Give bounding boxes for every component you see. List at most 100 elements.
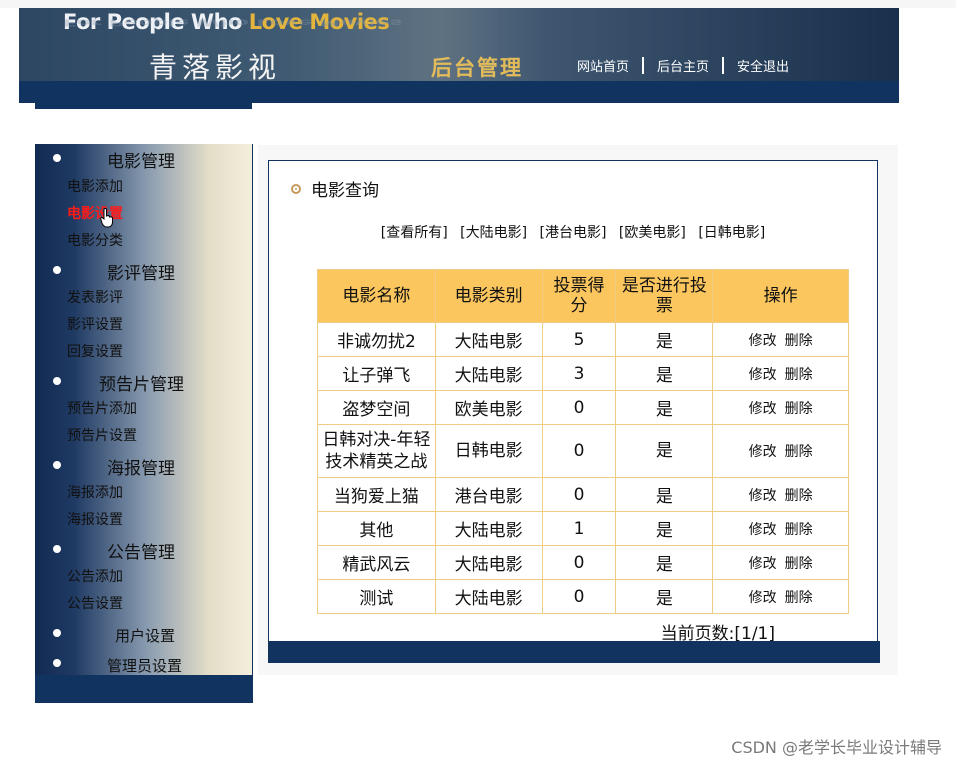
nav-logout-link[interactable]: 安全退出	[724, 56, 802, 75]
sidebar-item-movie-category[interactable]: 电影分类	[67, 230, 123, 250]
movie-category-cell: 欧美电影	[434, 390, 543, 425]
filter-western-link[interactable]: [欧美电影]	[619, 225, 686, 241]
sidebar-item-trailer-add[interactable]: 预告片添加	[67, 398, 137, 418]
section-title: 用户设置	[115, 627, 176, 645]
movie-category-cell: 大陆电影	[434, 356, 543, 391]
delete-link[interactable]: 删除	[785, 590, 813, 606]
sidebar-section-trailers[interactable]: 预告片管理	[35, 367, 252, 395]
operations-cell: 修改 删除	[712, 579, 849, 614]
section-title: 预告片管理	[99, 375, 184, 395]
edit-link[interactable]: 修改	[749, 444, 777, 460]
movie-name-cell: 其他	[317, 511, 436, 546]
bullet-icon	[53, 154, 61, 162]
panel-title: 电影查询	[291, 176, 379, 201]
movie-vote-cell: 是	[615, 322, 714, 357]
section-title: 管理员设置	[107, 657, 183, 675]
panel-title-text: 电影查询	[311, 181, 379, 201]
movie-name-cell: 非诚勿扰2	[317, 322, 436, 357]
column-header: 电影名称	[317, 269, 436, 323]
delete-link[interactable]: 删除	[785, 367, 813, 383]
delete-link[interactable]: 删除	[785, 401, 813, 417]
table-row: 非诚勿扰2 大陆电影 5 是 修改 删除	[317, 322, 849, 357]
edit-link[interactable]: 修改	[749, 333, 777, 349]
sidebar-item-movie-settings[interactable]: 电影设置	[67, 203, 123, 223]
hand-cursor-icon	[100, 208, 113, 228]
sidebar-item-admin-settings[interactable]: 管理员设置	[35, 649, 252, 676]
top-nav: 网站首页 后台主页 安全退出	[564, 56, 802, 75]
watermark: CSDN @老学长毕业设计辅导	[731, 738, 942, 757]
operations-cell: 修改 删除	[712, 511, 849, 546]
sidebar-item-notice-add[interactable]: 公告添加	[67, 566, 123, 586]
movie-query-panel: 电影查询 [查看所有] [大陆电影] [港台电影] [欧美电影] [日韩电影] …	[268, 160, 880, 663]
movie-vote-cell: 是	[615, 511, 714, 546]
movie-category-cell: 港台电影	[434, 477, 543, 512]
sidebar-footer-bar	[35, 675, 252, 703]
edit-link[interactable]: 修改	[749, 522, 777, 538]
sidebar-item-review-post[interactable]: 发表影评	[67, 287, 123, 307]
sidebar-section-posters[interactable]: 海报管理	[35, 451, 252, 479]
table-row: 日韩对决-年轻技术精英之战 日韩电影 0 是 修改 删除	[317, 424, 849, 478]
nav-admin-home-link[interactable]: 后台主页	[644, 56, 722, 75]
movie-vote-cell: 是	[615, 424, 714, 478]
sidebar-item-movie-add[interactable]: 电影添加	[67, 176, 123, 196]
operations-cell: 修改 删除	[712, 322, 849, 357]
movie-table: 电影名称 电影类别 投票得分 是否进行投票 操作 非诚勿扰2 大陆电影 5 是 …	[317, 269, 849, 614]
delete-link[interactable]: 删除	[785, 488, 813, 504]
delete-link[interactable]: 删除	[785, 556, 813, 572]
section-title: 电影管理	[107, 152, 175, 172]
movie-name-cell: 盗梦空间	[317, 390, 436, 425]
edit-link[interactable]: 修改	[749, 401, 777, 417]
sidebar-section-movies[interactable]: 电影管理	[35, 144, 252, 172]
panel-footer-bar	[268, 641, 880, 663]
movie-score-cell: 3	[541, 356, 617, 391]
sidebar-section-notices[interactable]: 公告管理	[35, 535, 252, 563]
filter-mainland-link[interactable]: [大陆电影]	[460, 225, 527, 241]
table-row: 其他 大陆电影 1 是 修改 删除	[317, 511, 849, 546]
section-title: 影评管理	[107, 264, 175, 284]
site-header: For People Who Love Movies For People Wh…	[19, 8, 899, 103]
delete-link[interactable]: 删除	[785, 333, 813, 349]
sidebar-item-poster-settings[interactable]: 海报设置	[67, 509, 123, 529]
operations-cell: 修改 删除	[712, 477, 849, 512]
sidebar-item-reply-settings[interactable]: 回复设置	[67, 341, 123, 361]
nav-home-link[interactable]: 网站首页	[564, 56, 642, 75]
edit-link[interactable]: 修改	[749, 488, 777, 504]
category-filters: [查看所有] [大陆电影] [港台电影] [欧美电影] [日韩电影]	[269, 222, 877, 242]
edit-link[interactable]: 修改	[749, 367, 777, 383]
filter-hk-tw-link[interactable]: [港台电影]	[540, 225, 607, 241]
movie-category-cell: 大陆电影	[434, 545, 543, 580]
table-row: 盗梦空间 欧美电影 0 是 修改 删除	[317, 390, 849, 425]
movie-name-cell: 让子弹飞	[317, 356, 436, 391]
delete-link[interactable]: 删除	[785, 522, 813, 538]
gear-icon	[291, 183, 301, 194]
sidebar-item-notice-settings[interactable]: 公告设置	[67, 593, 123, 613]
movie-name-cell: 当狗爱上猫	[317, 477, 436, 512]
bullet-icon	[53, 377, 61, 385]
delete-link[interactable]: 删除	[785, 444, 813, 460]
operations-cell: 修改 删除	[712, 390, 849, 425]
column-header: 是否进行投票	[615, 269, 714, 323]
sidebar-item-poster-add[interactable]: 海报添加	[67, 482, 123, 502]
movie-score-cell: 0	[541, 545, 617, 580]
filter-all-link[interactable]: [查看所有]	[381, 225, 448, 241]
site-logo: 青落影视	[149, 51, 282, 84]
edit-link[interactable]: 修改	[749, 590, 777, 606]
table-row: 精武风云 大陆电影 0 是 修改 删除	[317, 545, 849, 580]
movie-vote-cell: 是	[615, 477, 714, 512]
movie-name-cell: 测试	[317, 579, 436, 614]
column-header: 电影类别	[434, 269, 543, 323]
sidebar-item-review-settings[interactable]: 影评设置	[67, 314, 123, 334]
edit-link[interactable]: 修改	[749, 556, 777, 572]
movie-category-cell: 大陆电影	[434, 511, 543, 546]
bullet-icon	[53, 545, 61, 553]
operations-cell: 修改 删除	[712, 356, 849, 391]
sidebar-section-reviews[interactable]: 影评管理	[35, 256, 252, 284]
sidebar-item-user-settings[interactable]: 用户设置	[35, 619, 252, 646]
filter-jp-kr-link[interactable]: [日韩电影]	[698, 225, 765, 241]
bullet-icon	[53, 461, 61, 469]
header-bottom-bar	[19, 81, 899, 103]
movie-vote-cell: 是	[615, 579, 714, 614]
sidebar-top-bar	[35, 103, 252, 109]
movie-vote-cell: 是	[615, 356, 714, 391]
sidebar-item-trailer-settings[interactable]: 预告片设置	[67, 425, 137, 445]
